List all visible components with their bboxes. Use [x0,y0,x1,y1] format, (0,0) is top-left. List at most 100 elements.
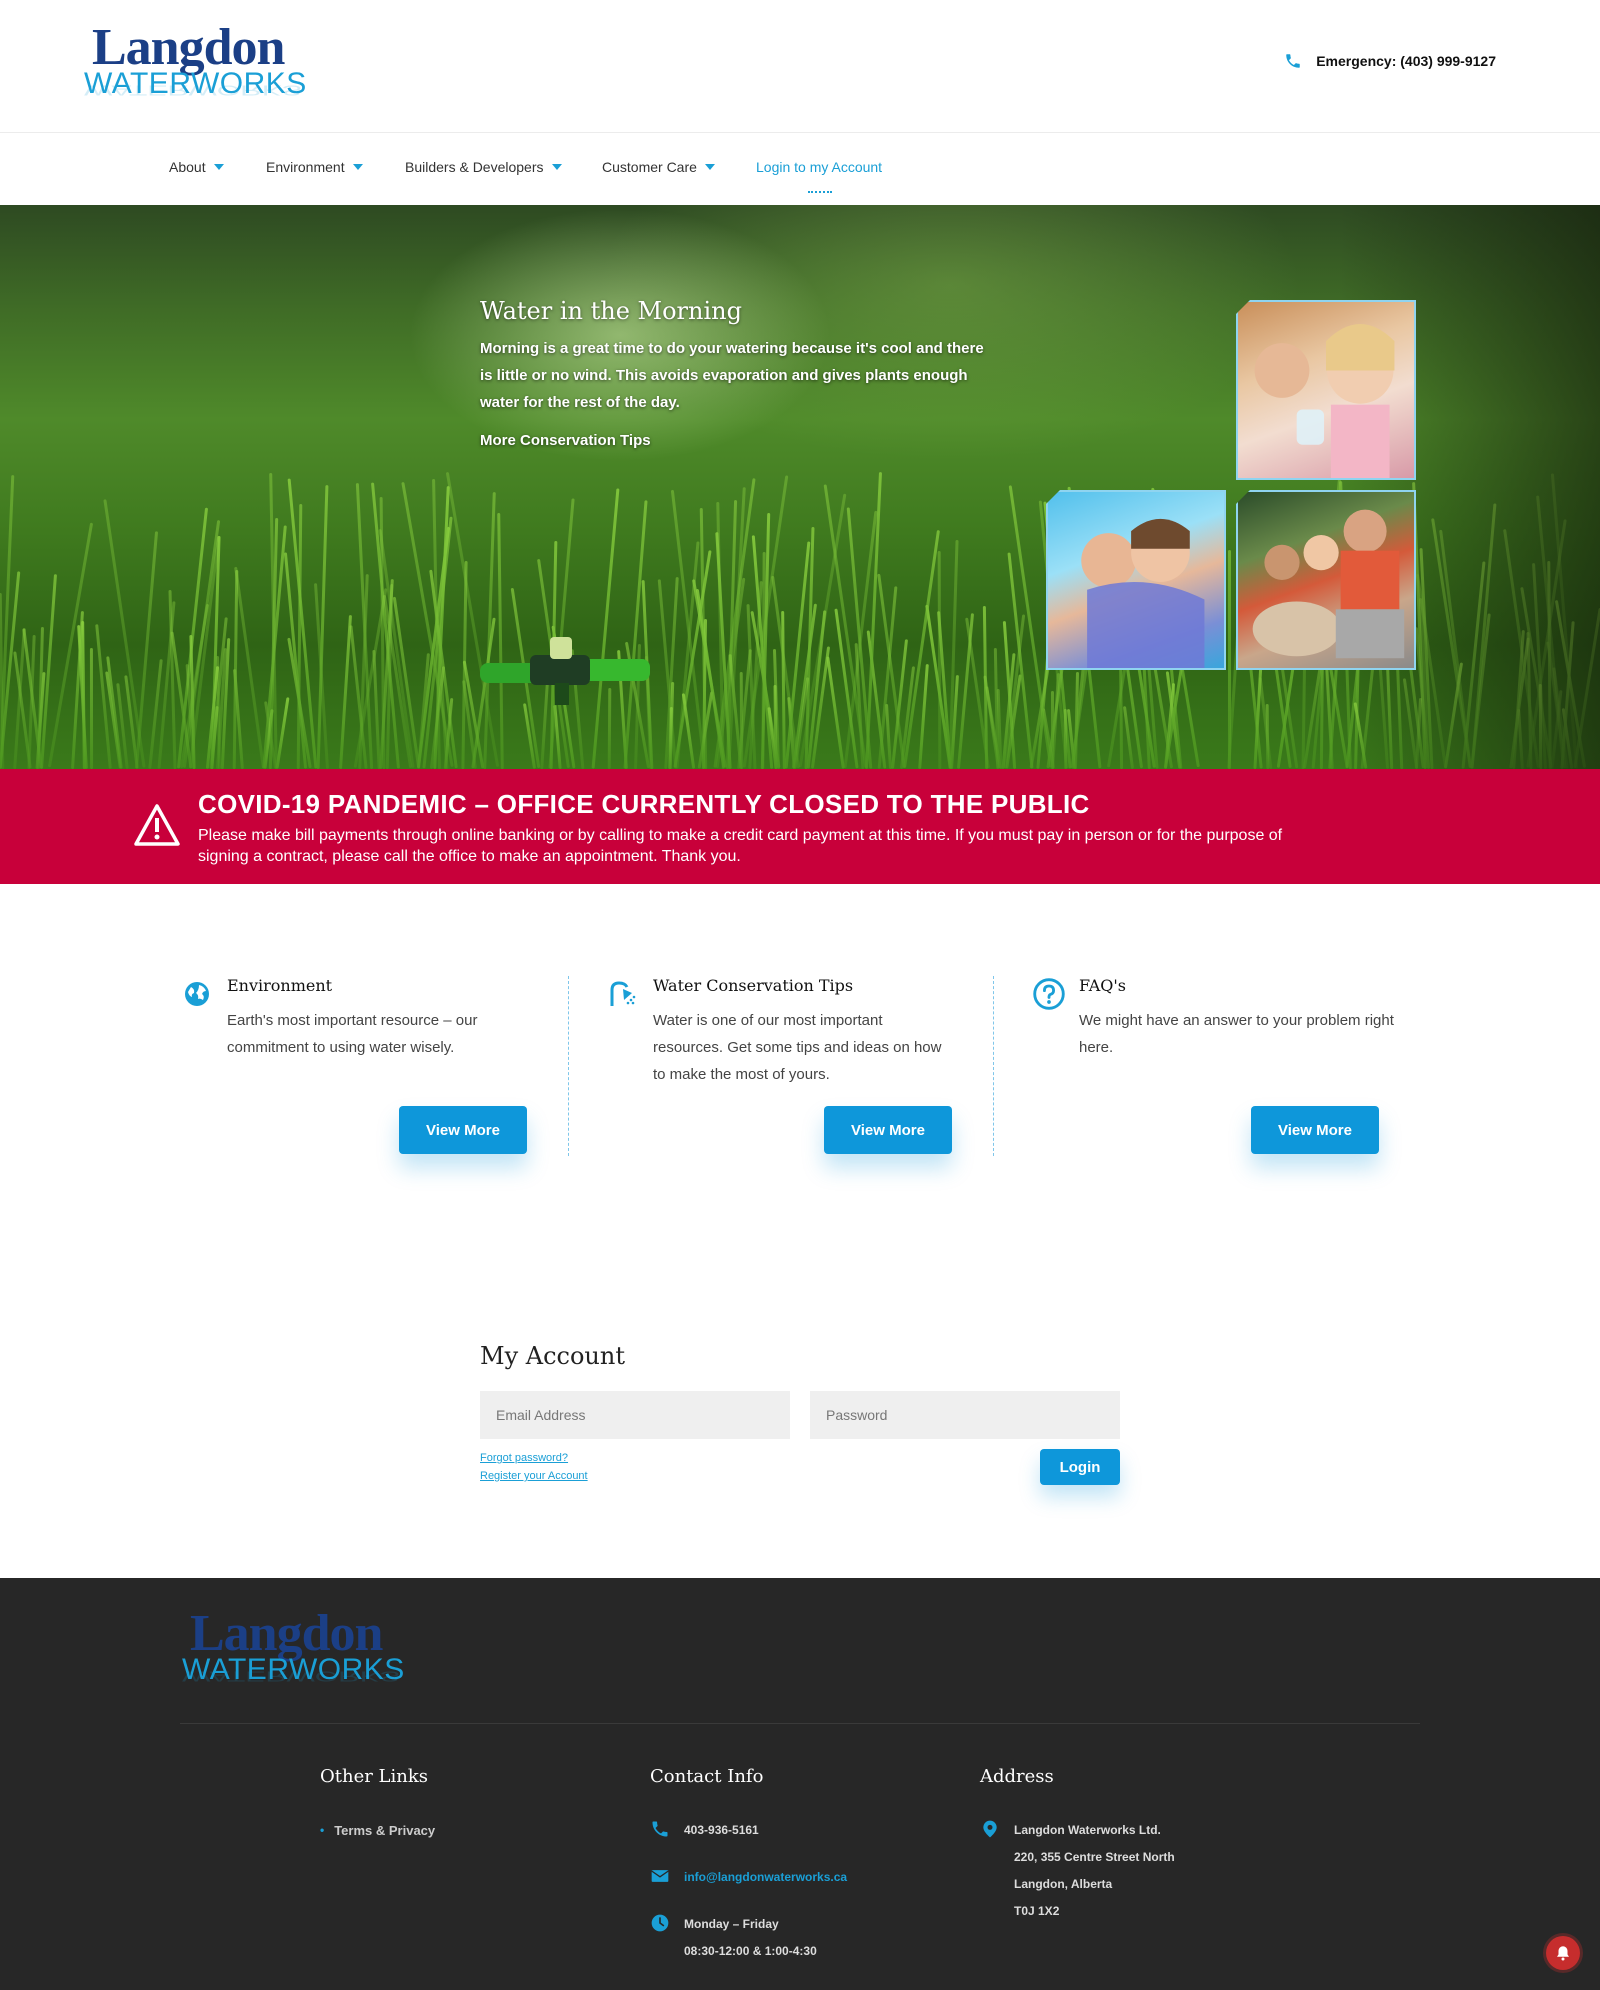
address-line: T0J 1X2 [1014,1904,1060,1918]
feature-body: Water is one of our most important resou… [653,1012,942,1083]
nav-item-label: Login to my Account [756,159,883,175]
main-navigation: About Environment Builders & Developers … [0,133,1600,205]
hero-body: Morning is a great time to do your water… [480,340,984,411]
logo-reflection: WATERWORKS [182,1668,400,1685]
nav-item-label: Environment [266,159,345,175]
hero-conservation-link[interactable]: More Conservation Tips [480,432,990,449]
caret-down-icon [352,164,363,170]
footer-email[interactable]: info@langdonwaterworks.ca [684,1864,847,1891]
feature-body: Earth's most important resource – our co… [227,1012,478,1056]
footer-address-row: Langdon Waterworks Ltd. 220, 355 Centre … [980,1817,1175,1925]
logo-reflection: WATERWORKS [84,82,302,99]
grass-blade [781,610,786,769]
address-line: Langdon, Alberta [1014,1877,1113,1891]
phone-icon [1286,54,1300,68]
footer-phone[interactable]: 403-936-5161 [684,1817,759,1844]
warning-icon [134,804,180,846]
footer-hours-days: Monday – Friday [684,1917,779,1931]
footer-column-title: Other Links [320,1766,429,1787]
alert-title: COVID-19 PANDEMIC – OFFICE CURRENTLY CLO… [198,789,1090,819]
emergency-phone-text: Emergency: (403) 999-9127 [1316,53,1496,69]
grass-blade [681,693,696,769]
nav-item-builders-developers[interactable]: Builders & Developers [405,159,562,175]
email-field[interactable] [480,1391,790,1439]
password-field[interactable] [810,1391,1120,1439]
notification-bell-button[interactable] [1546,1936,1580,1970]
nav-item-label: Builders & Developers [405,159,544,175]
caret-down-icon [704,164,715,170]
nav-item-environment[interactable]: Environment [266,159,363,175]
site-logo[interactable]: Langdon WATERWORKS WATERWORKS [82,18,306,110]
site-header: Langdon WATERWORKS WATERWORKS Emergency:… [0,0,1600,133]
shower-icon [610,981,636,1006]
footer-hours-times: 08:30-12:00 & 1:00-4:30 [684,1944,817,1958]
grass-blade [1227,549,1232,769]
envelope-icon [651,1870,669,1882]
address-line: 220, 355 Centre Street North [1014,1850,1175,1864]
hero-photo-family-dog [1236,490,1416,670]
grass-blade [232,569,239,769]
footer-divider [180,1723,1420,1724]
grass-blade [355,483,374,769]
globe-icon [185,982,209,1006]
environment-view-more-button[interactable]: View More [399,1106,527,1154]
forgot-password-link[interactable]: Forgot password? [480,1452,568,1464]
footer-other-links: Other Links • Terms & Privacy [320,1766,435,1864]
footer-hours-row: Monday – Friday 08:30-12:00 & 1:00-4:30 [650,1911,847,1965]
water-tips-view-more-button[interactable]: View More [824,1106,952,1154]
hero-shade-overlay [1340,205,1600,769]
login-button[interactable]: Login [1040,1449,1120,1485]
hero-copy: Water in the Morning Morning is a great … [480,297,990,449]
footer-column-title: Contact Info [650,1766,764,1787]
grass-blade [1063,708,1068,769]
feature-title: FAQ's [1079,976,1126,995]
caret-down-icon [213,164,224,170]
faqs-view-more-button[interactable]: View More [1251,1106,1379,1154]
footer-column-title: Address [980,1766,1054,1787]
feature-divider [993,976,994,1156]
feature-environment: Environment Earth's most important resou… [185,976,587,1061]
map-pin-icon [983,1820,997,1838]
nav-item-label: About [169,159,206,175]
footer-address: Address Langdon Waterworks Ltd. 220, 355… [980,1766,1175,1945]
caret-down-icon [551,164,562,170]
feature-title: Water Conservation Tips [653,976,854,995]
phone-icon [652,1821,668,1837]
clock-icon [651,1914,669,1932]
grass-blade [918,664,929,769]
nav-item-login-account[interactable]: Login to my Account [756,159,883,193]
nav-item-customer-care[interactable]: Customer Care [602,159,715,175]
footer-phone-row: 403-936-5161 [650,1817,847,1844]
hero-banner: Water in the Morning Morning is a great … [0,205,1600,769]
grass-blade [47,522,94,768]
bell-icon [1557,1946,1569,1961]
feature-title: Environment [227,976,333,995]
footer-email-row: info@langdonwaterworks.ca [650,1864,847,1891]
nav-item-label: Customer Care [602,159,697,175]
address-line: Langdon Waterworks Ltd. [1014,1823,1161,1837]
hero-photo-children-drinking [1236,300,1416,480]
register-account-link[interactable]: Register your Account [480,1470,588,1482]
footer-contact-info: Contact Info 403-936-5161 info@langdonwa… [650,1766,847,1985]
my-account-title: My Account [480,1342,625,1370]
feature-body: We might have an answer to your problem … [1079,1012,1394,1056]
hero-title: Water in the Morning [480,297,742,325]
emergency-contact[interactable]: Emergency: (403) 999-9127 [1284,52,1496,70]
footer-logo[interactable]: Langdon WATERWORKS WATERWORKS [180,1604,404,1696]
grass-blade [1265,703,1270,769]
feature-faqs: FAQ's We might have an answer to your pr… [1033,976,1439,1061]
site-footer: Langdon WATERWORKS WATERWORKS Other Link… [0,1578,1600,1990]
grass-blade [956,613,975,769]
footer-link-item[interactable]: • Terms & Privacy [320,1817,435,1844]
nav-item-about[interactable]: About [169,159,224,175]
hero-photo-pool-family [1046,490,1226,670]
alert-body: Please make bill payments through online… [198,827,1283,865]
sprinkler-image [480,637,650,705]
grass-blade [937,550,942,769]
bullet-icon: • [320,1823,325,1837]
grass-blade [89,647,94,769]
feature-divider [568,976,569,1156]
terms-privacy-link[interactable]: Terms & Privacy [334,1817,435,1844]
question-icon [1033,978,1065,1010]
covid-alert-banner: COVID-19 PANDEMIC – OFFICE CURRENTLY CLO… [0,769,1600,884]
